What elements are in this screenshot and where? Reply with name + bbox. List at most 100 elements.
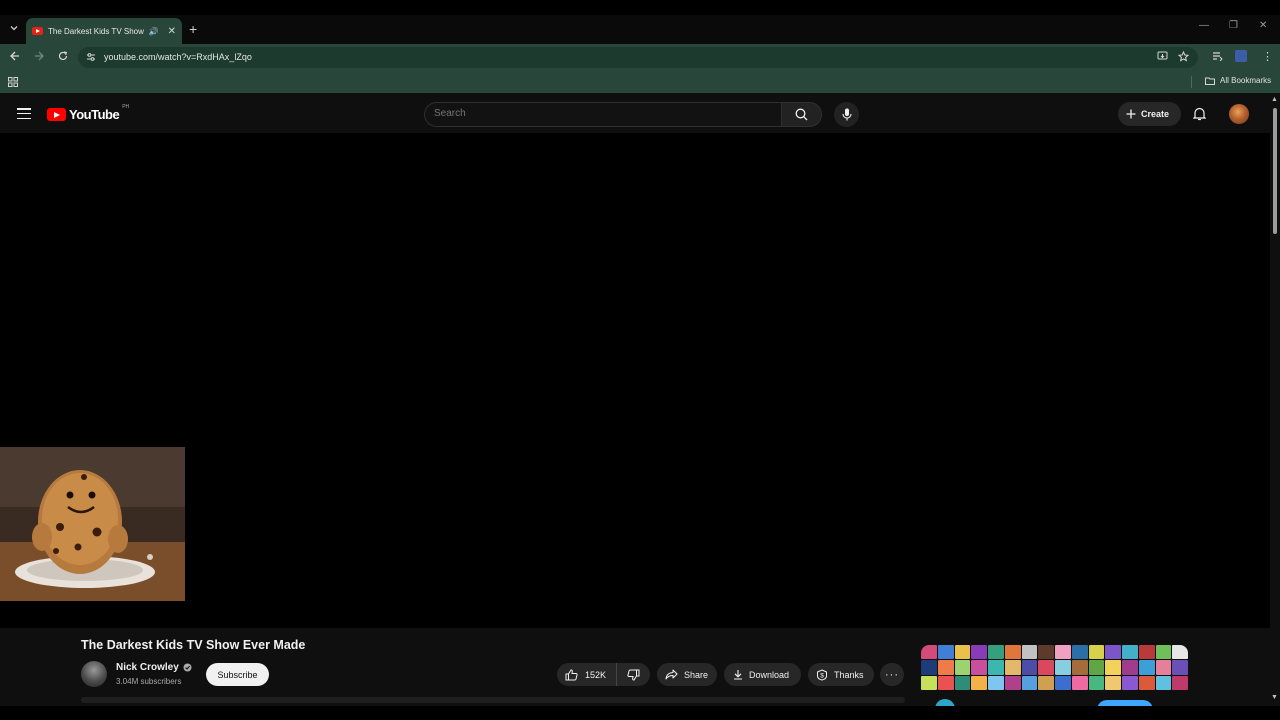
video-title: The Darkest Kids TV Show Ever Made: [81, 638, 306, 652]
ad-banner-tile: [1021, 660, 1038, 675]
dislike-button[interactable]: [617, 663, 649, 686]
subscriber-count: 3.04M subscribers: [116, 677, 182, 686]
search-box[interactable]: [424, 102, 781, 127]
ad-banner-tile: [921, 660, 937, 675]
scroll-up-arrow[interactable]: ▲: [1271, 96, 1278, 103]
forward-button[interactable]: [32, 50, 46, 64]
grid-icon[interactable]: [8, 77, 18, 87]
ad-banner-footer[interactable]: [921, 690, 1188, 720]
bookmarks-bar: All Bookmarks: [0, 71, 1280, 93]
ad-banner-tile: [1004, 660, 1021, 675]
tab-title: The Darkest Kids TV Show E: [48, 26, 144, 36]
ad-banner-tile: [1071, 660, 1088, 675]
bell-icon[interactable]: [1193, 107, 1206, 121]
guide-menu-button[interactable]: [17, 108, 31, 119]
speaker-icon[interactable]: 🔊: [149, 27, 159, 36]
youtube-masthead: YouTube PH Create: [0, 96, 1270, 133]
thumbs-down-icon: [626, 669, 639, 681]
search-input[interactable]: [434, 108, 764, 119]
address-bar[interactable]: youtube.com/watch?v=RxdHAx_lZqo: [78, 47, 1198, 68]
ad-banner-tile: [937, 675, 954, 690]
tune-icon[interactable]: [86, 52, 96, 62]
ad-banner-tile: [1155, 675, 1172, 690]
ad-banner-tile: [1038, 645, 1054, 660]
create-button[interactable]: Create: [1118, 102, 1181, 126]
youtube-wordmark: YouTube: [69, 107, 120, 122]
microphone-icon: [841, 108, 852, 121]
like-dislike-group: 152K: [557, 663, 650, 686]
browser-tab-active[interactable]: The Darkest Kids TV Show E 🔊 ✕: [26, 18, 182, 44]
reload-icon: [58, 51, 68, 61]
extension-icon[interactable]: [1235, 50, 1247, 62]
folder-icon: [1205, 77, 1215, 85]
browser-menu-icon[interactable]: ⋮: [1262, 51, 1273, 63]
thanks-label: Thanks: [834, 669, 864, 680]
plus-icon: [1126, 109, 1136, 119]
back-button[interactable]: [8, 50, 22, 64]
ad-banner-tile: [1138, 645, 1155, 660]
channel-avatar[interactable]: [81, 661, 107, 687]
url-text[interactable]: youtube.com/watch?v=RxdHAx_lZqo: [104, 52, 252, 62]
scrollbar-thumb[interactable]: [1273, 108, 1277, 234]
ad-banner-tile: [1105, 660, 1121, 675]
ad-banner-tile: [1172, 675, 1188, 690]
more-actions-button[interactable]: ···: [880, 663, 904, 686]
share-button[interactable]: Share: [657, 663, 717, 686]
ad-banner-tile: [1172, 645, 1188, 660]
close-tab-icon[interactable]: ✕: [168, 26, 176, 37]
restore-window-button[interactable]: ❐: [1229, 20, 1238, 31]
ad-banner-tile: [1155, 660, 1172, 675]
browser-tab-strip: The Darkest Kids TV Show E 🔊 ✕ + — ❐ ✕: [0, 0, 1280, 44]
close-window-button[interactable]: ✕: [1259, 20, 1267, 31]
youtube-logo[interactable]: YouTube PH: [47, 104, 129, 122]
screen-bottom-edge: [0, 706, 1280, 720]
scroll-down-arrow[interactable]: ▼: [1271, 694, 1278, 701]
like-count: 152K: [585, 669, 607, 680]
super-thanks-icon: $: [817, 668, 827, 681]
ad-banner-tile: [954, 645, 971, 660]
ad-banner-tile: [1055, 660, 1071, 675]
page-scrollbar[interactable]: ▲ ▼: [1270, 96, 1280, 706]
all-bookmarks-button[interactable]: All Bookmarks: [1205, 76, 1271, 85]
ad-banner-tile: [1021, 675, 1038, 690]
ad-banner-tile: [1021, 645, 1038, 660]
search-button[interactable]: [781, 102, 822, 127]
download-button[interactable]: Download: [724, 663, 801, 686]
tab-search-button[interactable]: [6, 20, 22, 36]
thanks-button[interactable]: $ Thanks: [808, 663, 874, 686]
ad-banner-tile: [1105, 645, 1121, 660]
browser-toolbar: youtube.com/watch?v=RxdHAx_lZqo ⋮: [0, 44, 1280, 71]
ad-banner-image[interactable]: [921, 645, 1188, 690]
youtube-play-icon: [47, 108, 66, 121]
ad-banner-tile: [1038, 660, 1054, 675]
video-player[interactable]: [0, 133, 1270, 628]
ad-banner-tile: [1055, 675, 1071, 690]
new-tab-button[interactable]: +: [189, 21, 197, 37]
arrow-left-icon: [10, 51, 19, 61]
like-button[interactable]: 152K: [557, 663, 617, 686]
account-avatar[interactable]: [1229, 104, 1249, 124]
download-label: Download: [749, 669, 790, 680]
ad-banner-tile: [971, 645, 987, 660]
channel-name[interactable]: Nick Crowley: [116, 662, 179, 673]
ad-banner-tile: [1055, 645, 1071, 660]
voice-search-button[interactable]: [834, 102, 859, 127]
share-label: Share: [684, 669, 709, 680]
ad-banner-tile: [1088, 645, 1105, 660]
ad-banner-tile: [988, 675, 1004, 690]
reload-button[interactable]: [56, 50, 70, 64]
channel-name-row: Nick Crowley: [116, 662, 192, 673]
download-icon: [734, 670, 742, 680]
ad-banner-tile: [1004, 675, 1021, 690]
subscribe-button[interactable]: Subscribe: [206, 663, 269, 686]
ad-banner-tile: [1138, 675, 1155, 690]
ad-banner-tile: [1105, 675, 1121, 690]
ad-banner-tile: [988, 660, 1004, 675]
description-box-edge[interactable]: [81, 697, 905, 703]
all-bookmarks-label: All Bookmarks: [1220, 76, 1272, 85]
minimize-window-button[interactable]: —: [1199, 20, 1209, 31]
reading-list-icon[interactable]: [1212, 51, 1223, 64]
bookmark-star-icon[interactable]: [1177, 50, 1190, 65]
ad-banner-tile: [921, 645, 937, 660]
install-icon[interactable]: [1157, 51, 1168, 64]
